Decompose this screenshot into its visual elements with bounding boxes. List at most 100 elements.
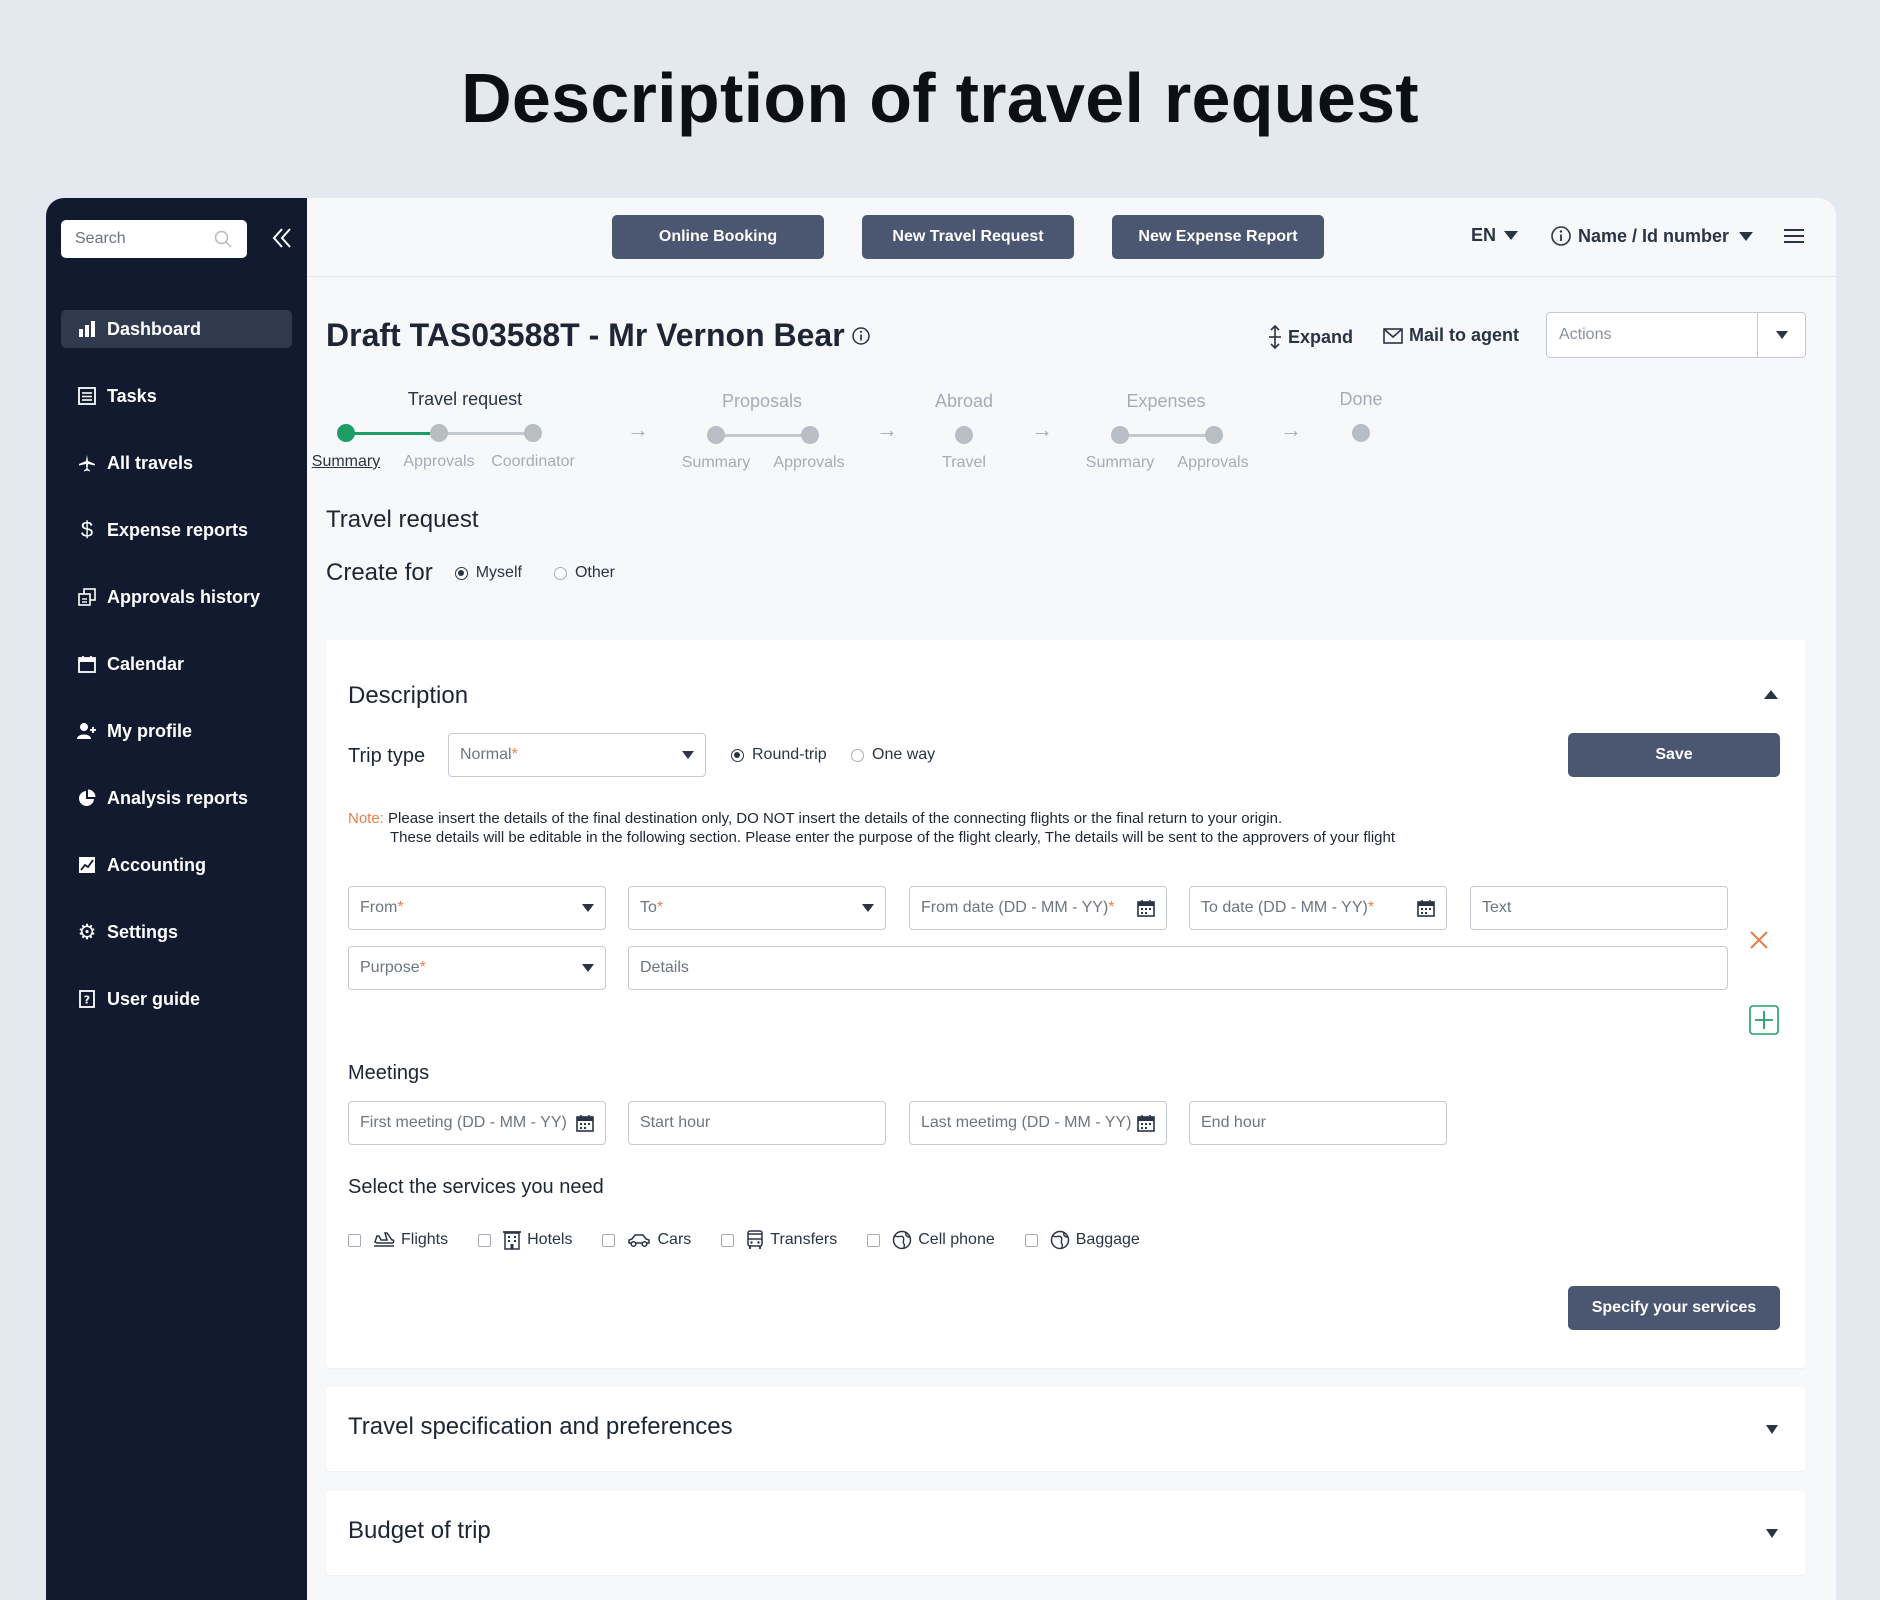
checkbox[interactable] <box>721 1233 735 1247</box>
purpose-select[interactable]: Purpose* <box>348 946 606 990</box>
service-cell-phone[interactable]: Cell phone <box>867 1230 995 1250</box>
start-hour-placeholder: Start hour <box>640 1114 711 1131</box>
sidebar-item-label: Expense reports <box>107 519 249 540</box>
online-booking-button[interactable]: Online Booking <box>612 215 824 259</box>
text-field[interactable]: Text <box>1470 886 1728 930</box>
bar-chart-icon <box>77 319 97 339</box>
service-label: Baggage <box>1075 1231 1140 1248</box>
checkbox[interactable] <box>348 1233 361 1247</box>
chevron-down-icon <box>1775 331 1788 339</box>
radio-round-trip[interactable]: Round-trip <box>731 746 827 764</box>
sidebar-item-user-guide[interactable]: ? User guide <box>61 980 292 1018</box>
close-icon[interactable] <box>1749 930 1769 950</box>
service-label: Cars <box>657 1231 692 1248</box>
chevron-down-icon[interactable] <box>1766 1425 1778 1434</box>
sidebar-item-tasks[interactable]: Tasks <box>61 377 292 415</box>
details-field[interactable]: Details <box>628 946 1728 990</box>
required-mark: * <box>1367 899 1375 916</box>
section-title: Travel request <box>326 506 479 533</box>
collapse-sidebar-button[interactable] <box>268 223 296 253</box>
budget-of-trip-section[interactable]: Budget of trip <box>326 1491 1806 1575</box>
calendar-icon[interactable] <box>1137 899 1155 917</box>
sidebar-item-accounting[interactable]: Accounting <box>61 846 292 884</box>
radio-indicator <box>731 748 744 762</box>
step-dot <box>1111 426 1129 444</box>
step-title-abroad: Abroad <box>934 391 994 411</box>
step-title-travel-request: Travel request <box>407 389 523 409</box>
car-icon <box>628 1234 651 1248</box>
search-placeholder: Search <box>75 230 126 247</box>
to-select[interactable]: To* <box>628 886 886 930</box>
step-coordinator[interactable]: Coordinator <box>473 453 593 471</box>
services-list: Flights Hotels Cars Transfers Cell phone… <box>348 1230 1170 1250</box>
service-hotels[interactable]: Hotels <box>478 1230 572 1250</box>
search-icon <box>214 230 232 248</box>
calendar-icon[interactable] <box>1417 899 1435 917</box>
description-title: Description <box>348 682 469 709</box>
calendar-icon[interactable] <box>1137 1114 1155 1132</box>
calendar-icon[interactable] <box>576 1114 594 1132</box>
sidebar-item-approvals-history[interactable]: Approvals history <box>61 578 292 616</box>
sidebar-item-analysis-reports[interactable]: Analysis reports <box>61 779 292 817</box>
step-approvals[interactable]: Approvals <box>1153 454 1273 472</box>
language-selector[interactable]: EN <box>1471 225 1519 246</box>
sidebar-item-my-profile[interactable]: My profile <box>61 712 292 750</box>
radio-other[interactable]: Other <box>553 564 615 582</box>
chevron-down-icon <box>1504 231 1519 240</box>
help-icon: ? <box>77 989 97 1009</box>
start-hour-field[interactable]: Start hour <box>628 1101 886 1145</box>
from-select[interactable]: From* <box>348 886 606 930</box>
sidebar-item-all-travels[interactable]: All travels <box>61 444 292 482</box>
services-label: Select the services you need <box>348 1176 604 1198</box>
end-hour-field[interactable]: End hour <box>1189 1101 1447 1145</box>
step-line <box>439 432 534 435</box>
from-placeholder: From <box>360 899 398 916</box>
radio-one-way[interactable]: One way <box>851 746 935 764</box>
specify-services-button[interactable]: Specify your services <box>1568 1286 1780 1330</box>
last-meeting-field[interactable]: Last meetimg (DD - MM - YY) <box>909 1101 1167 1145</box>
checkbox[interactable] <box>867 1233 881 1247</box>
checkbox[interactable] <box>1024 1233 1038 1247</box>
from-date-field[interactable]: From date (DD - MM - YY)* <box>909 886 1167 930</box>
service-cars[interactable]: Cars <box>602 1231 691 1249</box>
add-icon[interactable] <box>1749 1005 1779 1035</box>
trip-type-select[interactable]: Normal* <box>448 733 706 777</box>
checkbox[interactable] <box>602 1233 616 1247</box>
step-approvals[interactable]: Approvals <box>749 454 869 472</box>
globe-icon <box>893 1230 912 1250</box>
new-travel-request-button[interactable]: New Travel Request <box>862 215 1074 259</box>
service-flights[interactable]: Flights <box>348 1231 448 1249</box>
search-input[interactable]: Search <box>61 220 247 258</box>
create-for-row: Create for Myself Other <box>326 559 615 587</box>
sidebar-item-calendar[interactable]: Calendar <box>61 645 292 683</box>
service-label: Flights <box>401 1231 449 1248</box>
radio-label: Myself <box>475 564 522 581</box>
sidebar-item-settings[interactable]: ⚙ Settings <box>61 913 292 951</box>
chevron-down-icon[interactable] <box>1766 1529 1778 1538</box>
checkbox[interactable] <box>478 1233 492 1247</box>
radio-indicator <box>553 566 567 580</box>
first-meeting-placeholder: First meeting (DD - MM - YY) <box>360 1114 567 1131</box>
required-mark: * <box>1108 899 1115 916</box>
user-menu[interactable]: Name / Id number <box>1550 225 1754 247</box>
service-baggage[interactable]: Baggage <box>1024 1230 1140 1250</box>
to-date-field[interactable]: To date (DD - MM - YY)* <box>1189 886 1447 930</box>
service-transfers[interactable]: Transfers <box>721 1230 837 1250</box>
hamburger-menu-icon[interactable] <box>1784 228 1804 244</box>
chevron-up-icon[interactable] <box>1764 690 1778 699</box>
new-expense-report-button[interactable]: New Expense Report <box>1112 215 1324 259</box>
user-add-icon <box>77 721 97 741</box>
note-line-1: Please insert the details of the final d… <box>388 810 1283 827</box>
trip-type-value: Normal <box>460 746 512 763</box>
actions-dropdown-toggle[interactable] <box>1757 313 1805 357</box>
step-travel[interactable]: Travel <box>904 454 1024 472</box>
radio-myself[interactable]: Myself <box>454 564 522 582</box>
actions-dropdown[interactable]: Actions <box>1546 312 1806 358</box>
sidebar-item-dashboard[interactable]: Dashboard <box>61 310 292 348</box>
required-mark: * <box>656 899 664 916</box>
save-button[interactable]: Save <box>1568 733 1780 777</box>
section-title: Travel specification and preferences <box>348 1413 733 1440</box>
first-meeting-field[interactable]: First meeting (DD - MM - YY) <box>348 1101 606 1145</box>
travel-specification-section[interactable]: Travel specification and preferences <box>326 1387 1806 1471</box>
sidebar-item-expense-reports[interactable]: $ Expense reports <box>61 511 292 549</box>
